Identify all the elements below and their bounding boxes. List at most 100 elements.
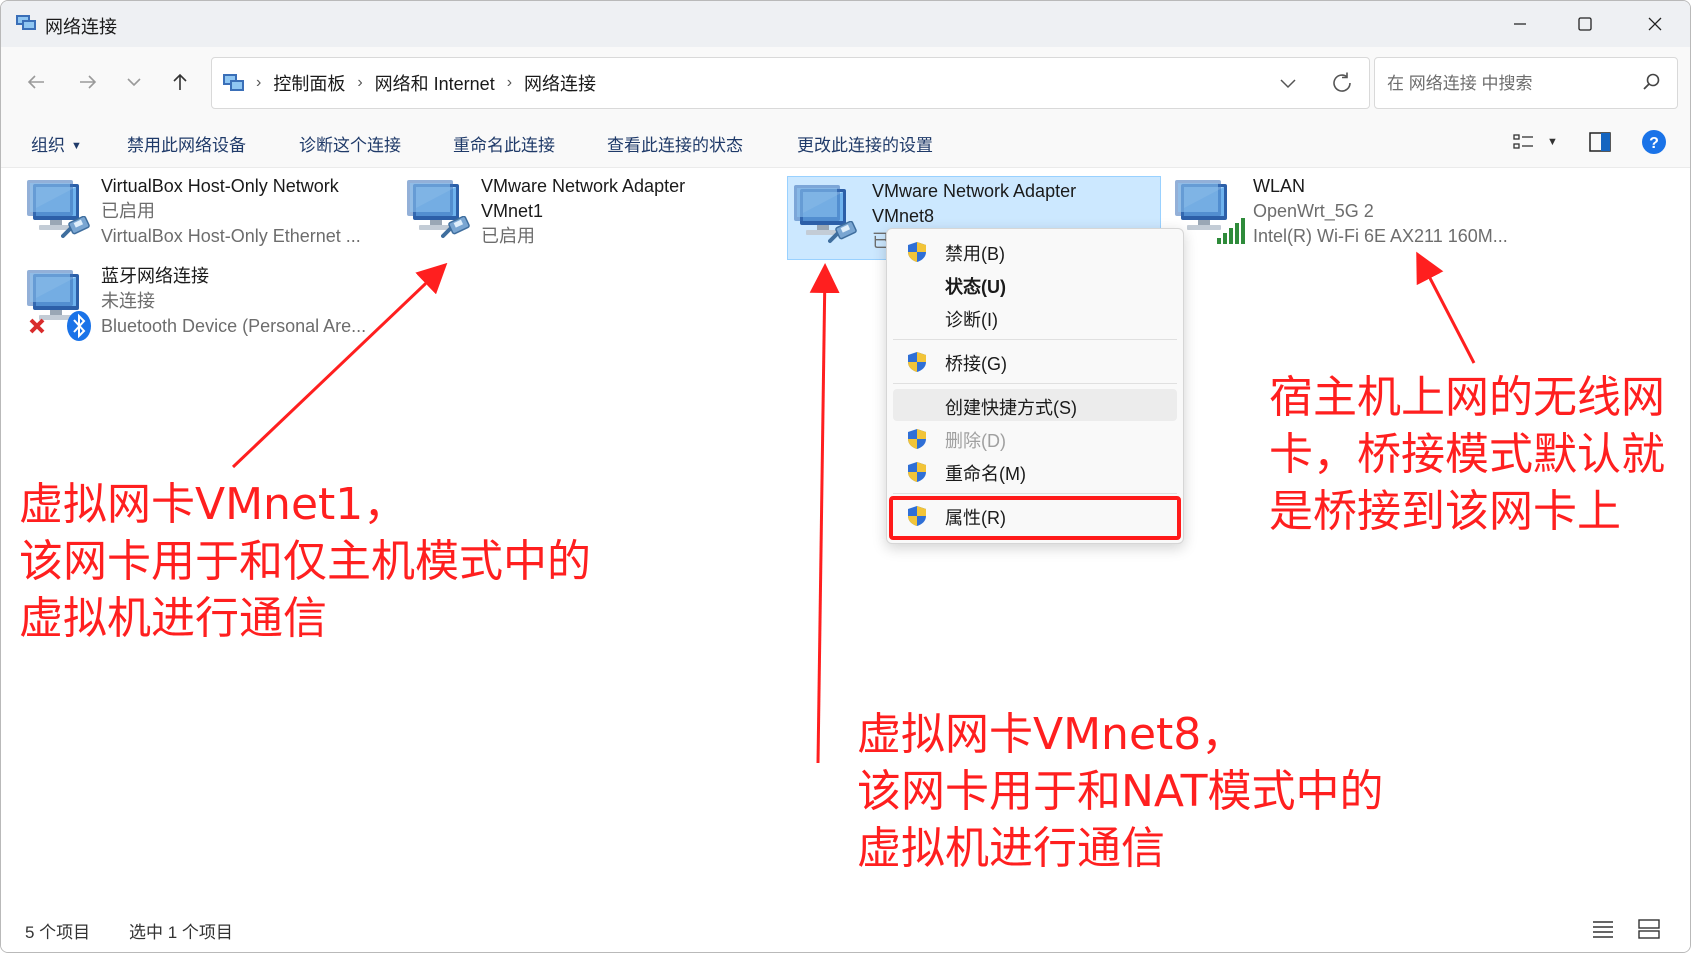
breadcrumb-network-internet[interactable]: 网络和 Internet	[375, 70, 495, 96]
change-settings-button[interactable]: 更改此连接的设置	[797, 131, 933, 156]
menu-separator	[893, 493, 1177, 494]
address-bar[interactable]: › 控制面板 › 网络和 Internet › 网络连接	[211, 57, 1370, 109]
annotation-line: 虚拟机进行通信	[19, 593, 327, 644]
address-history-chevron-icon[interactable]	[1277, 72, 1299, 94]
caret-down-icon: ▼	[1547, 136, 1558, 148]
annotation-line: 虚拟网卡VMnet1，	[19, 479, 408, 530]
menu-item-disable[interactable]: 禁用(B)	[893, 235, 1177, 267]
menu-separator	[893, 339, 1177, 340]
search-box[interactable]	[1374, 57, 1678, 109]
organize-menu[interactable]: 组织 ▼	[31, 131, 82, 156]
annotation-line: 是桥接到该网卡上	[1269, 486, 1621, 537]
annotation-line: 宿主机上网的无线网	[1269, 372, 1665, 423]
annotation-line: 虚拟机进行通信	[857, 823, 1165, 874]
arrow-right-icon	[80, 75, 97, 89]
maximize-button[interactable]	[1550, 1, 1620, 47]
menu-item-status[interactable]: 状态(U)	[893, 268, 1177, 300]
annotation-line: 虚拟网卡VMnet8，	[857, 709, 1246, 760]
connection-device: Intel(R) Wi-Fi 6E AX211 160M...	[1253, 226, 1508, 246]
connection-status: 已启用	[481, 226, 535, 246]
annotation-line: 该网卡用于和NAT模式中的	[857, 766, 1384, 817]
close-button[interactable]	[1620, 1, 1690, 47]
network-adapter-icon	[405, 178, 479, 252]
connection-text: VMware Network Adapter VMnet1 已启用	[481, 174, 685, 249]
help-button[interactable]: ?	[1641, 129, 1667, 155]
window: 网络连接 › 控制面板 › 网络和 Internet › 网络连接 在 网络连接…	[0, 0, 1691, 953]
connection-text: VirtualBox Host-Only Network 已启用 Virtual…	[101, 174, 361, 249]
view-status-button[interactable]: 查看此连接的状态	[607, 131, 743, 156]
back-button[interactable]	[21, 67, 51, 97]
rename-button[interactable]: 重命名此连接	[453, 131, 555, 156]
annotation-vmnet8: 虚拟网卡VMnet8， 该网卡用于和NAT模式中的 虚拟机进行通信	[857, 706, 1383, 877]
connection-text: WLAN OpenWrt_5G 2 Intel(R) Wi-Fi 6E AX21…	[1253, 174, 1508, 249]
annotation-line: 卡，桥接模式默认就	[1269, 429, 1665, 480]
menu-item-create-shortcut[interactable]: 创建快捷方式(S)	[893, 389, 1177, 421]
breadcrumb-network-connections[interactable]: 网络连接	[524, 70, 596, 96]
connection-name: VMware Network Adapter	[481, 176, 686, 196]
connection-device: VirtualBox Host-Only Ethernet ...	[101, 226, 361, 246]
properties-highlight-box	[889, 496, 1181, 540]
selection-count: 选中 1 个项目	[129, 923, 233, 942]
signal-bars-icon	[1217, 218, 1245, 244]
preview-pane-icon	[1589, 132, 1611, 152]
connection-vmnet1[interactable]: VMware Network Adapter VMnet1 已启用	[401, 172, 761, 262]
large-icons-view-icon[interactable]	[1637, 918, 1661, 940]
arrow-up-icon	[173, 73, 187, 90]
control-panel-icon	[223, 74, 244, 91]
connection-ssid: OpenWrt_5G 2	[1253, 201, 1374, 221]
wireless-adapter-icon	[1173, 178, 1245, 244]
minimize-button[interactable]	[1485, 1, 1555, 47]
bluetooth-adapter-icon	[25, 268, 91, 341]
connection-status: 未连接	[101, 291, 155, 311]
refresh-icon[interactable]	[1329, 70, 1355, 96]
menu-item-rename[interactable]: 重命名(M)	[893, 455, 1177, 487]
connection-status: 已启用	[101, 201, 155, 221]
organize-label: 组织	[31, 136, 65, 155]
window-title: 网络连接	[45, 17, 117, 37]
connection-name: 蓝牙网络连接	[101, 266, 209, 286]
breadcrumb: › 控制面板 › 网络和 Internet › 网络连接	[256, 70, 596, 96]
recent-locations-button[interactable]	[119, 67, 149, 97]
title-bar: 网络连接	[1, 1, 1690, 47]
chevron-right-icon: ›	[357, 74, 363, 91]
menu-item-label: 禁用(B)	[945, 244, 1005, 264]
annotation-line: 该网卡用于和仅主机模式中的	[19, 536, 591, 587]
connection-device: Bluetooth Device (Personal Are...	[101, 316, 367, 336]
connection-name: VMware Network Adapter	[872, 181, 1077, 201]
connection-wlan[interactable]: WLAN OpenWrt_5G 2 Intel(R) Wi-Fi 6E AX21…	[1169, 172, 1589, 262]
disconnected-x-icon	[29, 318, 45, 334]
view-options-button[interactable]: ▼	[1513, 129, 1558, 155]
connection-adapter: VMnet1	[481, 201, 544, 221]
menu-item-delete[interactable]: 删除(D)	[893, 422, 1177, 454]
search-input[interactable]	[1385, 70, 1629, 98]
connection-adapter: VMnet8	[872, 206, 935, 226]
menu-item-label: 创建快捷方式(S)	[945, 398, 1077, 418]
status-bar: 5 个项目 选中 1 个项目	[1, 902, 1690, 952]
menu-item-label: 桥接(G)	[945, 354, 1007, 374]
view-icon	[1513, 134, 1533, 149]
preview-pane-button[interactable]	[1589, 129, 1611, 155]
menu-item-label: 删除(D)	[945, 431, 1006, 451]
menu-item-diagnose[interactable]: 诊断(I)	[893, 301, 1177, 333]
disable-device-button[interactable]: 禁用此网络设备	[127, 131, 246, 156]
uac-shield-icon	[907, 241, 927, 263]
details-view-icon[interactable]	[1591, 918, 1615, 940]
search-icon[interactable]	[1641, 72, 1661, 92]
connection-bluetooth[interactable]: 蓝牙网络连接 未连接 Bluetooth Device (Personal Ar…	[21, 262, 391, 352]
forward-button[interactable]	[73, 67, 103, 97]
chevron-down-icon	[127, 78, 141, 87]
chevron-right-icon: ›	[506, 74, 513, 91]
menu-item-bridge[interactable]: 桥接(G)	[893, 345, 1177, 377]
command-bar: 组织 ▼ 禁用此网络设备 诊断这个连接 重命名此连接 查看此连接的状态 更改此连接…	[1, 117, 1690, 168]
menu-item-label: 重命名(M)	[945, 464, 1026, 484]
connection-virtualbox[interactable]: VirtualBox Host-Only Network 已启用 Virtual…	[21, 172, 391, 262]
diagnose-button[interactable]: 诊断这个连接	[299, 131, 401, 156]
item-count: 5 个项目	[25, 923, 91, 942]
breadcrumb-control-panel[interactable]: 控制面板	[273, 70, 345, 96]
annotation-vmnet1: 虚拟网卡VMnet1， 该网卡用于和仅主机模式中的 虚拟机进行通信	[19, 476, 591, 647]
caret-down-icon: ▼	[71, 140, 82, 152]
annotation-wlan: 宿主机上网的无线网 卡，桥接模式默认就 是桥接到该网卡上	[1269, 369, 1665, 540]
up-button[interactable]	[165, 67, 195, 97]
arrow-left-icon	[27, 75, 44, 89]
maximize-icon	[1578, 17, 1592, 31]
